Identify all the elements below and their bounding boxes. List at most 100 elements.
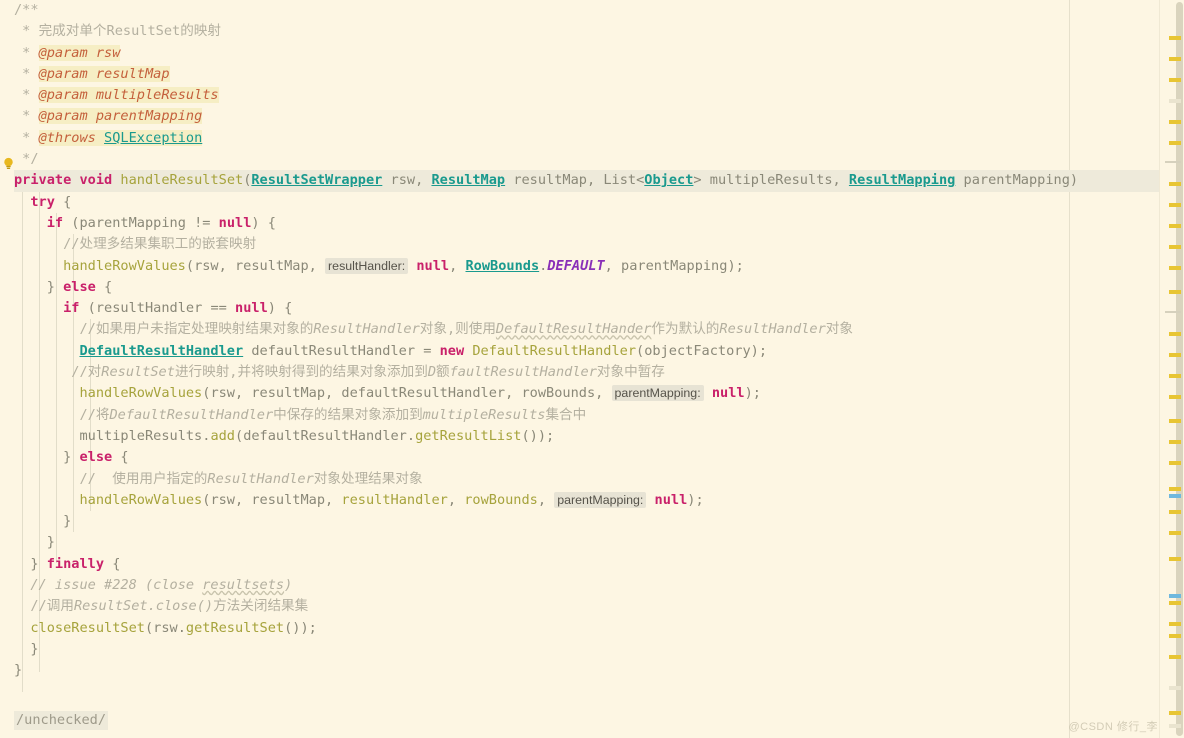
keyword-new: new	[439, 342, 465, 359]
inspection-marker-bar[interactable]	[1159, 0, 1184, 738]
code-line[interactable]: }	[14, 532, 1160, 553]
inspection-marker-pale[interactable]	[1169, 99, 1181, 103]
inspection-marker-warning[interactable]	[1169, 440, 1181, 444]
arg-result-map: resultMap	[251, 385, 326, 402]
code-line[interactable]: //对ResultSet进行映射,并将映射得到的结果对象添加到D额faultRe…	[14, 362, 1160, 383]
call-get-result-list[interactable]: getResultList	[415, 428, 521, 444]
code-line[interactable]: if (resultHandler == null) {	[14, 298, 1160, 319]
inspection-marker-warning[interactable]	[1169, 634, 1181, 638]
code-line[interactable]: * @param resultMap	[14, 64, 1160, 85]
code-line[interactable]: //将DefaultResultHandler中保存的结果对象添加到multip…	[14, 405, 1160, 426]
token-doc-summary: 完成对单个ResultSet的映射	[38, 23, 221, 40]
code-line[interactable]: // issue #228 (close resultsets)	[14, 575, 1160, 596]
call-close-result-set[interactable]: closeResultSet	[30, 620, 145, 636]
inspection-marker-warning[interactable]	[1169, 182, 1181, 186]
code-line-method-signature[interactable]: private void handleResultSet(ResultSetWr…	[14, 170, 1160, 192]
inspection-marker-warning[interactable]	[1169, 245, 1181, 249]
code-line[interactable]: * 完成对单个ResultSet的映射	[14, 21, 1160, 42]
inspection-marker-warning[interactable]	[1169, 203, 1181, 207]
code-line[interactable]: //调用ResultSet.close()方法关闭结果集	[14, 596, 1160, 617]
inspection-marker-warning[interactable]	[1169, 290, 1181, 294]
arg-rsw: rsw	[153, 619, 178, 636]
inspection-marker-warning[interactable]	[1169, 655, 1181, 659]
code-line[interactable]: * @param rsw	[14, 43, 1160, 64]
inspection-marker-warning[interactable]	[1169, 224, 1181, 228]
inspection-marker-warning[interactable]	[1169, 711, 1181, 715]
code-line[interactable]: }	[14, 660, 1160, 681]
code-line[interactable]: } else {	[14, 277, 1160, 298]
javadoc-throws-type[interactable]: SQLException	[104, 129, 203, 146]
inspection-marker-warning[interactable]	[1169, 120, 1181, 124]
code-line[interactable]: handleRowValues(rsw, resultMap, resultHa…	[14, 256, 1160, 277]
type-default-result-handler[interactable]: DefaultResultHandler	[79, 343, 243, 359]
inspection-marker-warning[interactable]	[1169, 332, 1181, 336]
code-line[interactable]: //处理多结果集职工的嵌套映射	[14, 234, 1160, 255]
code-editor[interactable]: /** * 完成对单个ResultSet的映射 * @param rsw * @…	[0, 0, 1184, 738]
code-line[interactable]: * @param multipleResults	[14, 85, 1160, 106]
code-line[interactable]: multipleResults.add(defaultResultHandler…	[14, 426, 1160, 447]
keyword-finally: finally	[46, 555, 105, 572]
keyword-null: null	[416, 257, 450, 274]
inspection-marker-warning[interactable]	[1169, 622, 1181, 626]
inspection-marker-pale[interactable]	[1169, 724, 1181, 728]
var-multiple-results: multipleResults	[79, 427, 203, 444]
code-line[interactable]: handleRowValues(rsw, resultMap, resultHa…	[14, 490, 1160, 511]
inspection-marker-warning[interactable]	[1169, 36, 1181, 40]
code-line[interactable]: }	[14, 511, 1160, 532]
inspection-marker-pale[interactable]	[1169, 686, 1181, 690]
ctor-default-result-handler[interactable]: DefaultResultHandler	[472, 343, 636, 359]
call-get-result-set[interactable]: getResultSet	[186, 620, 284, 636]
inspection-marker-warning[interactable]	[1169, 601, 1181, 605]
inspection-marker-info[interactable]	[1169, 494, 1181, 498]
call-handle-row-values[interactable]: handleRowValues	[79, 385, 202, 401]
inspection-marker-grayline[interactable]	[1165, 311, 1181, 313]
code-line[interactable]: try {	[14, 192, 1160, 213]
code-line[interactable]: closeResultSet(rsw.getResultSet());	[14, 618, 1160, 639]
code-line[interactable]: DefaultResultHandler defaultResultHandle…	[14, 341, 1160, 362]
call-handle-row-values[interactable]: handleRowValues	[79, 492, 202, 508]
type-result-set-wrapper[interactable]: ResultSetWrapper	[251, 172, 382, 188]
inspection-marker-warning[interactable]	[1169, 487, 1181, 491]
inspection-marker-warning[interactable]	[1169, 419, 1181, 423]
inspection-marker-warning[interactable]	[1169, 266, 1181, 270]
arg-row-bounds: rowBounds	[464, 491, 538, 508]
keyword-null: null	[711, 385, 745, 402]
inspection-marker-warning[interactable]	[1169, 395, 1181, 399]
type-object[interactable]: Object	[644, 172, 693, 188]
code-line[interactable]: */	[14, 149, 1160, 170]
type-result-map[interactable]: ResultMap	[431, 172, 505, 188]
code-line[interactable]: }	[14, 639, 1160, 660]
inspection-marker-warning[interactable]	[1169, 353, 1181, 357]
code-line[interactable]: } else {	[14, 447, 1160, 468]
code-text-area[interactable]: /** * 完成对单个ResultSet的映射 * @param rsw * @…	[0, 0, 1160, 738]
inspection-marker-warning[interactable]	[1169, 141, 1181, 145]
token-doc-star: *	[14, 108, 39, 125]
inspection-marker-info[interactable]	[1169, 594, 1181, 598]
type-result-mapping[interactable]: ResultMapping	[849, 172, 955, 188]
inspection-marker-warning[interactable]	[1169, 374, 1181, 378]
code-line[interactable]: handleRowValues(rsw, resultMap, defaultR…	[14, 383, 1160, 404]
inspection-marker-warning[interactable]	[1169, 531, 1181, 535]
arg-rsw: rsw	[194, 257, 219, 274]
inspection-marker-warning[interactable]	[1169, 461, 1181, 465]
field-default[interactable]: DEFAULT	[547, 258, 604, 274]
code-line[interactable]: //如果用户未指定处理映射结果对象的ResultHandler对象,则使用Def…	[14, 319, 1160, 340]
arg-rsw: rsw	[210, 491, 235, 508]
comment-user-handler-2: ResultHandler	[207, 470, 314, 487]
inspection-marker-warning[interactable]	[1169, 557, 1181, 561]
arg-default-result-handler: defaultResultHandler	[341, 385, 506, 402]
type-row-bounds[interactable]: RowBounds	[466, 258, 540, 274]
inspection-marker-warning[interactable]	[1169, 78, 1181, 82]
code-line[interactable]: * @param parentMapping	[14, 106, 1160, 127]
code-line[interactable]: } finally {	[14, 554, 1160, 575]
code-line[interactable]: * @throws SQLException	[14, 128, 1160, 149]
inspection-marker-warning[interactable]	[1169, 57, 1181, 61]
call-handle-row-values[interactable]: handleRowValues	[63, 258, 186, 274]
code-line[interactable]: if (parentMapping != null) {	[14, 213, 1160, 234]
call-add[interactable]: add	[210, 428, 235, 444]
code-line[interactable]: /**	[14, 0, 1160, 21]
code-line[interactable]: // 使用用户指定的ResultHandler对象处理结果对象	[14, 469, 1160, 490]
method-name[interactable]: handleResultSet	[120, 172, 243, 188]
inspection-marker-warning[interactable]	[1169, 510, 1181, 514]
inspection-marker-grayline[interactable]	[1165, 161, 1181, 163]
